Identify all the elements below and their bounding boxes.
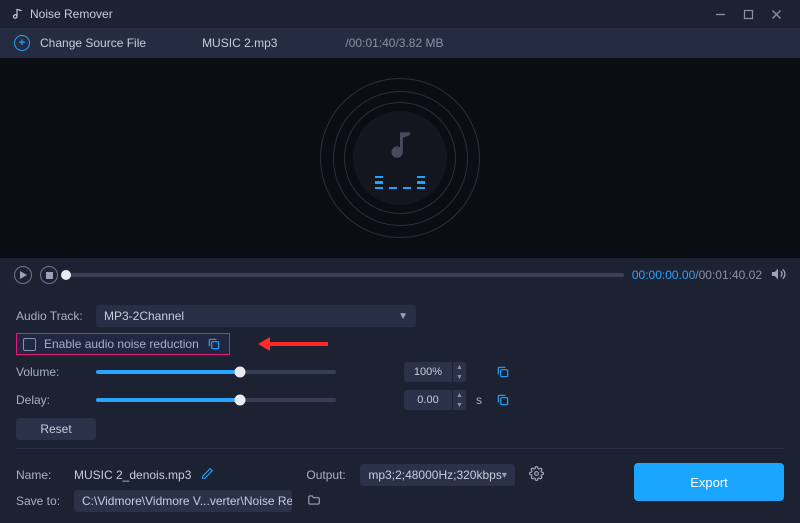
saveto-select[interactable]: C:\Vidmore\Vidmore V...verter\Noise Remo… [74,490,292,512]
minimize-button[interactable] [706,9,734,20]
maximize-button[interactable] [734,9,762,20]
output-settings-icon[interactable] [529,466,544,484]
app-logo-icon [10,6,24,23]
delay-slider[interactable] [96,398,336,402]
audio-track-select[interactable]: MP3-2Channel ▼ [96,305,416,327]
play-button[interactable] [14,266,32,284]
noise-reduction-checkbox[interactable] [23,338,36,351]
output-name-label: Name: [16,468,68,482]
output-panel: Export Name: MUSIC 2_denois.mp3 Output: … [0,457,800,523]
volume-step-up[interactable]: ▲ [453,362,466,372]
volume-slider[interactable] [96,370,336,374]
playback-bar: 00:00:00.00/00:01:40.02 [0,258,800,292]
volume-label: Volume: [16,365,86,379]
chevron-down-icon: ▼ [398,311,408,322]
add-source-icon[interactable]: + [14,35,30,51]
noise-reduction-label[interactable]: Enable audio noise reduction [44,337,199,351]
titlebar: Noise Remover [0,0,800,28]
time-current: 00:00:00.00 [632,268,695,282]
export-button[interactable]: Export [634,463,784,501]
controls-panel: Audio Track: MP3-2Channel ▼ Enable audio… [0,292,800,461]
delay-spinner[interactable]: ▲▼ [404,390,466,410]
close-button[interactable] [762,9,790,20]
divider [16,448,784,449]
delay-unit: s [476,393,486,407]
window-title: Noise Remover [30,7,113,21]
chevron-down-icon: ▾ [502,470,507,481]
stop-button[interactable] [40,266,58,284]
volume-spinner[interactable]: ▲▼ [404,362,466,382]
open-folder-icon[interactable] [306,493,322,510]
audio-visual-icon [320,78,480,238]
source-filename: MUSIC 2.mp3 [202,36,277,50]
noise-reduction-group: Enable audio noise reduction [16,333,230,355]
seek-thumb[interactable] [61,270,71,280]
source-duration-size: /00:01:40/3.82 MB [345,36,443,50]
delay-input[interactable] [404,390,452,410]
volume-icon[interactable] [770,266,786,285]
preview-area [0,58,800,258]
seek-slider[interactable] [66,273,624,277]
noise-reduction-settings-icon[interactable] [207,337,221,351]
delay-step-down[interactable]: ▼ [453,400,466,410]
change-source-button[interactable]: Change Source File [40,36,146,50]
output-format-label: Output: [306,468,354,482]
delay-label: Delay: [16,393,86,407]
rename-icon[interactable] [201,467,214,483]
saveto-label: Save to: [16,494,68,508]
time-total: 00:01:40.02 [699,268,762,282]
output-format-value: mp3;2;48000Hz;320kbps [368,468,501,482]
reset-button[interactable]: Reset [16,418,96,440]
source-toolbar: + Change Source File MUSIC 2.mp3 /00:01:… [0,28,800,58]
output-format-select[interactable]: mp3;2;48000Hz;320kbps ▾ [360,464,514,486]
delay-reset-icon[interactable] [496,393,510,407]
audio-track-label: Audio Track: [16,309,86,323]
delay-step-up[interactable]: ▲ [453,390,466,400]
saveto-value: C:\Vidmore\Vidmore V...verter\Noise Remo… [82,494,292,508]
output-name-value: MUSIC 2_denois.mp3 [74,468,191,482]
volume-step-down[interactable]: ▼ [453,372,466,382]
volume-thumb[interactable] [235,367,246,378]
audio-track-value: MP3-2Channel [104,309,184,323]
delay-thumb[interactable] [235,395,246,406]
annotation-arrow [270,342,328,346]
volume-reset-icon[interactable] [496,365,510,379]
volume-input[interactable] [404,362,452,382]
playback-time: 00:00:00.00/00:01:40.02 [632,268,762,282]
